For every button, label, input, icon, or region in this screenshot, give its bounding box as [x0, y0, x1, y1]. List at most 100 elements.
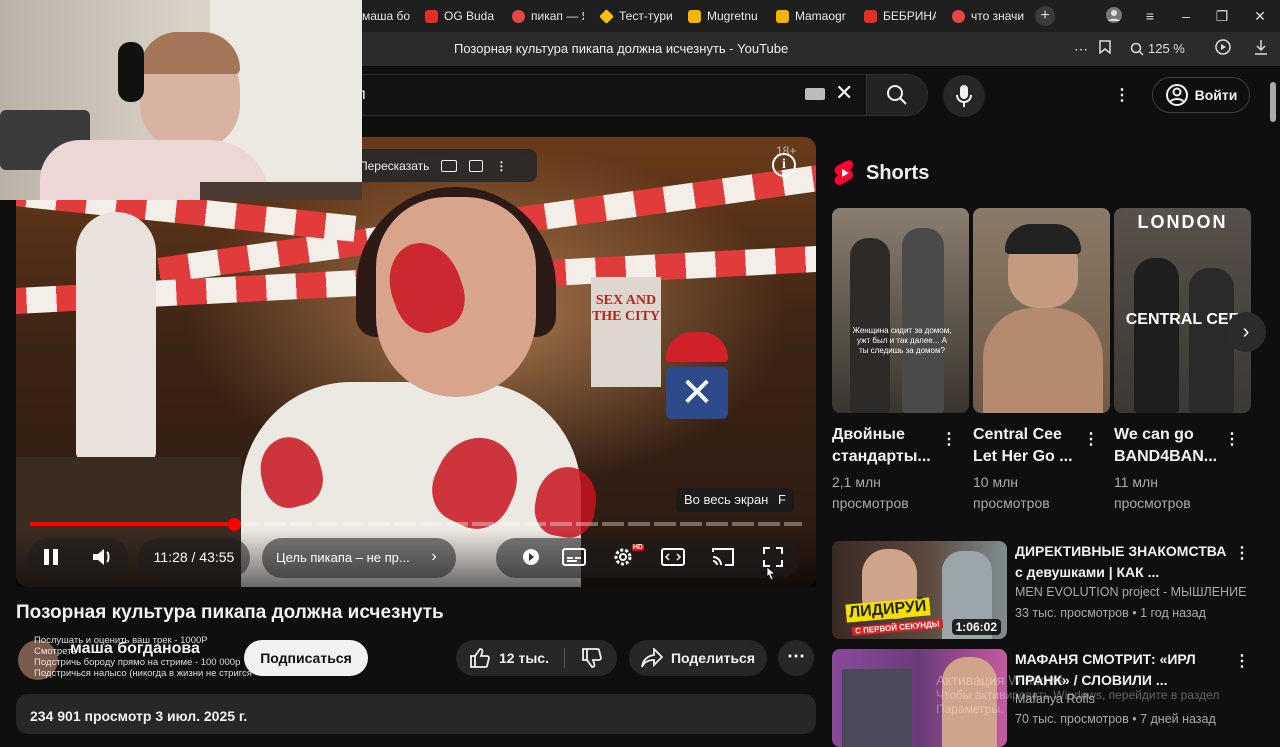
like-count: 12 тыс.: [499, 650, 549, 666]
chapter-chevron-icon[interactable]: ›: [424, 540, 444, 574]
microphone-icon: [956, 85, 972, 107]
volume-button[interactable]: [88, 540, 118, 574]
more-options-icon[interactable]: ⋮: [495, 159, 507, 173]
profile-avatar[interactable]: [1104, 6, 1124, 26]
star-favicon-icon: [600, 8, 614, 24]
zoom-indicator[interactable]: 125 %: [1130, 39, 1190, 59]
shorts-next-button[interactable]: ›: [1226, 312, 1266, 352]
restore-button[interactable]: ❐: [1212, 6, 1232, 26]
theater-icon: [661, 548, 685, 566]
cast-button[interactable]: [708, 540, 738, 574]
short-thumbnail[interactable]: Женщина сидит за домом, ужт был и так да…: [832, 208, 969, 413]
video-meta: 234 901 просмотр 3 июл. 2025 г.: [30, 708, 248, 724]
recommended-thumbnail[interactable]: ЛИДИРУЙ С ПЕРВОЙ СЕКУНДЫ 1:06:02: [832, 541, 1007, 639]
progress-scrubber[interactable]: [228, 518, 241, 531]
search-input[interactable]: п ✕: [300, 74, 866, 116]
short-thumbnail[interactable]: LONDON CENTRAL CEE: [1114, 208, 1251, 413]
download-icon[interactable]: [1252, 39, 1270, 59]
short-menu-icon[interactable]: ⋮: [1224, 430, 1240, 450]
tab-label: маша бог: [362, 9, 410, 23]
browser-tab[interactable]: Mamaogr: [776, 5, 848, 27]
minimize-button[interactable]: –: [1176, 6, 1196, 26]
dislike-button[interactable]: [568, 640, 616, 676]
subscribe-button[interactable]: Подписаться: [244, 640, 368, 676]
settings-button[interactable]: HD: [608, 540, 644, 574]
cross-box: ✕: [666, 367, 728, 419]
signin-button[interactable]: Войти: [1152, 77, 1250, 113]
short-title[interactable]: Двойные стандарты...: [832, 424, 944, 468]
browser-tab[interactable]: OG Buda: [425, 5, 495, 27]
pause-button[interactable]: [36, 540, 66, 574]
time-display: 11:28 / 43:55: [153, 549, 235, 565]
browser-tab[interactable]: Тест-тури: [600, 5, 672, 27]
browser-tab[interactable]: маша бог: [362, 5, 410, 27]
bookmark-favicon-icon: [776, 9, 789, 23]
youtube-favicon-icon: [425, 9, 438, 23]
tab-label: пикап — Я: [531, 9, 584, 23]
zoom-icon: [1130, 42, 1144, 56]
share-label: Поделиться: [670, 650, 756, 666]
zoom-value: 125 %: [1148, 41, 1185, 56]
overlay-line: Подстричь бороду прямо на стриме - 100 0…: [34, 657, 241, 668]
picture-in-picture-icon[interactable]: [1214, 39, 1232, 59]
chapter-title[interactable]: Цель пикапа – не пр...: [276, 540, 426, 574]
recommended-channel[interactable]: MEN EVOLUTION project - МЫШЛЕНИЕ ...: [1015, 585, 1247, 599]
recommended-menu-icon[interactable]: ⋮: [1234, 652, 1250, 672]
autoplay-toggle[interactable]: [516, 540, 546, 574]
bookmark-icon[interactable]: [1096, 39, 1114, 59]
page-scrollbar[interactable]: [1270, 82, 1276, 122]
account-icon: [1165, 84, 1188, 106]
theater-mode-button[interactable]: [658, 540, 688, 574]
cast-icon: [712, 548, 734, 566]
hd-badge: HD: [631, 544, 644, 551]
browser-tab[interactable]: пикап — Я: [512, 5, 584, 27]
more-icon[interactable]: ⋯: [1072, 39, 1090, 59]
new-tab-button[interactable]: +: [1035, 6, 1055, 26]
info-icon[interactable]: i: [772, 153, 796, 177]
like-button[interactable]: 12 тыс.: [456, 640, 562, 676]
short-views: 10 млн просмотров: [973, 474, 1050, 511]
page-title[interactable]: Позорная культура пикапа должна исчезнут…: [454, 41, 788, 56]
autoplay-icon: [523, 549, 539, 565]
progress-bar[interactable]: [30, 522, 802, 526]
like-dislike-bar: 12 тыс.: [456, 640, 617, 676]
close-window-button[interactable]: ✕: [1250, 6, 1270, 26]
shorts-title: Shorts: [866, 161, 930, 184]
shorts-header: Shorts: [834, 160, 929, 186]
summary-button[interactable]: Пересказать: [359, 159, 429, 173]
mouse-cursor-icon: [766, 566, 777, 581]
summary-popup[interactable]: Пересказать ⋮: [333, 149, 537, 182]
thumbs-down-icon: [582, 648, 602, 668]
browser-tab[interactable]: БЕБРИНА: [864, 5, 936, 27]
recommended-title[interactable]: ДИРЕКТИВНЫЕ ЗНАКОМСТВА с девушками | КАК…: [1015, 541, 1233, 583]
like-divider: [564, 648, 565, 668]
video-player[interactable]: SEX AND THE CITY ✕: [16, 137, 816, 587]
signin-label: Войти: [1194, 87, 1238, 103]
subtitles-icon[interactable]: [441, 159, 458, 172]
browser-tab[interactable]: Mugretnu: [688, 5, 760, 27]
short-menu-icon[interactable]: ⋮: [1083, 430, 1099, 450]
volume-icon: [93, 549, 110, 565]
share-button[interactable]: Поделиться: [629, 640, 767, 676]
voice-search-button[interactable]: [943, 75, 985, 117]
tooltip-shortcut: F: [777, 492, 786, 507]
clear-search-icon[interactable]: ✕: [835, 80, 853, 106]
settings-menu-icon[interactable]: ⋮: [1114, 86, 1130, 106]
share-icon: [641, 648, 663, 668]
search-button[interactable]: [866, 74, 928, 116]
more-actions-button[interactable]: ⋯: [778, 640, 814, 676]
subtitles-button[interactable]: [560, 540, 588, 574]
menu-icon[interactable]: ≡: [1140, 6, 1160, 26]
short-title[interactable]: Central Cee Let Her Go ...: [973, 424, 1085, 468]
thumb-scene: [842, 669, 912, 747]
headphones-icon: [118, 42, 144, 102]
short-thumbnail[interactable]: [973, 208, 1110, 413]
short-title[interactable]: We can go BAND4BAN...: [1114, 424, 1226, 468]
miniplayer-icon[interactable]: [469, 159, 484, 172]
keyboard-icon[interactable]: [805, 88, 825, 100]
short-menu-icon[interactable]: ⋮: [941, 430, 957, 450]
book-sex-and-the-city: SEX AND THE CITY: [591, 277, 661, 387]
browser-tab[interactable]: что значи: [952, 5, 1024, 27]
webcam-desk: [200, 182, 362, 200]
recommended-menu-icon[interactable]: ⋮: [1234, 544, 1250, 564]
